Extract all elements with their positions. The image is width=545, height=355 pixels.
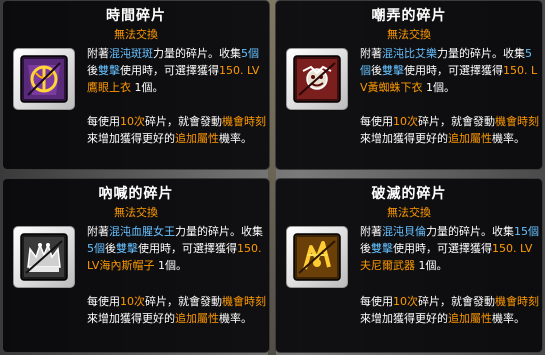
bonus-stat: 追加屬性 (448, 312, 492, 325)
desc-text: 每使用 (87, 295, 120, 308)
desc-text: 附著 (87, 225, 109, 238)
desc-text: 機率。 (492, 312, 525, 325)
desc-text: 1個。 (415, 259, 448, 272)
desc-text: 每使用 (360, 295, 393, 308)
bonus-description: 每使用10次碎片，就會發動機會時刻來增加獲得更好的追加屬性機率。 (360, 113, 540, 147)
item-tooltip-shout-shard: 吶喊的碎片 無法交換 附著混沌血腥女王力量的碎片。收集 5個後雙擊使用時，可選擇獲… (2, 178, 270, 353)
use-count: 10次 (120, 115, 145, 128)
desc-text: 附著 (87, 47, 109, 60)
use-action: 雙擊 (116, 242, 138, 255)
item-description: 附著混沌貝倫力量的碎片。收集15個後雙擊使用時，可選擇獲得150. LV夫尼爾武… (360, 223, 540, 274)
item-title: 吶喊的碎片 (98, 186, 174, 202)
desc-text: 後 (105, 242, 116, 255)
item-tooltip-ruin-shard: 破滅的碎片 無法交換 附著混沌貝倫力量的碎片。收集15個後雙擊使用時，可選擇獲得… (275, 178, 543, 353)
item-icon-frame (13, 226, 75, 288)
desc-text: 1個。 (422, 81, 456, 94)
shard-count: 5個 (241, 47, 259, 60)
desc-text: 後 (87, 64, 98, 77)
ruin-shard-icon (293, 233, 341, 281)
use-action: 雙擊 (382, 64, 404, 77)
item-icon-frame (286, 48, 348, 110)
desc-text: 來增加獲得更好的 (360, 132, 448, 145)
desc-text: 力量的碎片。收集 (437, 47, 525, 60)
item-tooltip-mocking-shard: 嘲弄的碎片 無法交換 附著混沌比艾樂力量的碎片。收集5個後雙擊使用時，可選擇獲得… (275, 0, 543, 170)
shard-count: 15個 (514, 225, 539, 238)
desc-text: 碎片，就會發動 (145, 115, 222, 128)
untradeable-label: 無法交換 (114, 206, 158, 219)
desc-text: 使用時，可選擇獲得 (404, 64, 503, 77)
desc-text: 碎片，就會發動 (418, 295, 495, 308)
boss-name: 混沌貝倫 (382, 225, 426, 238)
use-count: 10次 (120, 295, 145, 308)
skill-name: 機會時刻 (222, 115, 266, 128)
desc-text: 使用時，可選擇獲得 (120, 64, 219, 77)
bonus-stat: 追加屬性 (175, 132, 219, 145)
desc-text: 來增加獲得更好的 (360, 312, 448, 325)
item-description: 附著混沌比艾樂力量的碎片。收集5個後雙擊使用時，可選擇獲得150. LV黃蜘蛛下… (360, 45, 540, 96)
boss-name: 混沌血腥女王 (109, 225, 175, 238)
untradeable-label: 無法交換 (114, 28, 158, 41)
jester-shard-icon (293, 55, 341, 103)
skill-name: 機會時刻 (495, 295, 539, 308)
desc-text: 附著 (360, 47, 382, 60)
item-title: 嘲弄的碎片 (371, 8, 447, 24)
desc-text: 來增加獲得更好的 (87, 312, 175, 325)
desc-text: 1個。 (154, 259, 187, 272)
desc-text: 來增加獲得更好的 (87, 132, 175, 145)
item-icon-frame (286, 226, 348, 288)
item-description: 附著混沌血腥女王力量的碎片。收集5個後雙擊使用時，可選擇獲得150. LV海內斯… (87, 223, 267, 274)
use-count: 10次 (393, 295, 418, 308)
bonus-description: 每使用10次碎片，就會發動機會時刻來增加獲得更好的追加屬性機率。 (87, 293, 267, 327)
desc-text: 每使用 (87, 115, 120, 128)
bonus-description: 每使用10次碎片，就會發動機會時刻來增加獲得更好的追加屬性機率。 (87, 113, 267, 147)
skill-name: 機會時刻 (495, 115, 539, 128)
item-title: 破滅的碎片 (371, 186, 447, 202)
boss-name: 混沌斑斑 (109, 47, 153, 60)
desc-text: 使用時，可選擇獲得 (138, 242, 237, 255)
desc-text: 碎片，就會發動 (145, 295, 222, 308)
item-tooltip-time-shard: 時間碎片 無法交換 附著混沌斑斑力量的碎片。收集5個後雙擊使用時，可選擇獲得15… (2, 0, 270, 170)
item-icon-frame (13, 48, 75, 110)
item-description: 附著混沌斑斑力量的碎片。收集5個後雙擊使用時，可選擇獲得150. LV鷹眼上衣 … (87, 45, 267, 96)
desc-text: 後 (371, 64, 382, 77)
skill-name: 機會時刻 (222, 295, 266, 308)
boss-name: 混沌比艾樂 (382, 47, 437, 60)
untradeable-label: 無法交換 (387, 28, 431, 41)
desc-text: 每使用 (360, 115, 393, 128)
use-count: 10次 (393, 115, 418, 128)
desc-text: 碎片，就會發動 (418, 115, 495, 128)
desc-text: 力量的碎片。收集 (175, 225, 263, 238)
desc-text: 附著 (360, 225, 382, 238)
desc-text: 機率。 (492, 132, 525, 145)
desc-text: 機率。 (219, 312, 252, 325)
use-action: 雙擊 (371, 242, 393, 255)
desc-text: 力量的碎片。收集 (426, 225, 514, 238)
game-scene-background: 時間碎片 無法交換 附著混沌斑斑力量的碎片。收集5個後雙擊使用時，可選擇獲得15… (0, 0, 545, 355)
bonus-stat: 追加屬性 (448, 132, 492, 145)
shard-count: 5個 (87, 242, 105, 255)
untradeable-label: 無法交換 (387, 206, 431, 219)
desc-text: 後 (360, 242, 371, 255)
use-action: 雙擊 (98, 64, 120, 77)
bonus-stat: 追加屬性 (175, 312, 219, 325)
desc-text: 1個。 (131, 81, 164, 94)
item-title: 時間碎片 (106, 8, 166, 24)
desc-text: 使用時，可選擇獲得 (393, 242, 492, 255)
hourglass-shard-icon (20, 55, 68, 103)
desc-text: 力量的碎片。收集 (153, 47, 241, 60)
crown-shard-icon (20, 233, 68, 281)
desc-text: 機率。 (219, 132, 252, 145)
bonus-description: 每使用10次碎片，就會發動機會時刻來增加獲得更好的追加屬性機率。 (360, 293, 540, 327)
